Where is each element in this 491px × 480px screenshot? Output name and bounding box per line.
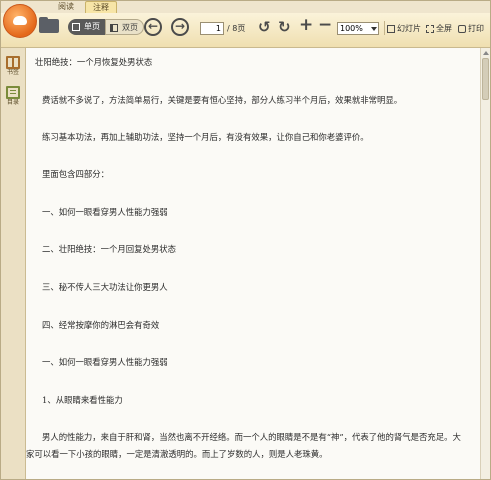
- double-page-label: 双页: [122, 23, 138, 32]
- sidebar-item-bookmarks[interactable]: 书签: [4, 56, 22, 77]
- mode-tabs: 阅读 注释: [51, 1, 117, 13]
- fullscreen-button[interactable]: 全屏: [426, 23, 452, 34]
- printer-icon: [458, 24, 466, 33]
- sidebar: 书签 目录: [1, 48, 26, 479]
- chevron-down-icon: [371, 27, 377, 31]
- paragraph: 男人的性能力，来自于肝和肾，当然也离不开经络。而一个人的眼睛是不是有“神”，代表…: [26, 432, 461, 459]
- slideshow-label: 幻灯片: [397, 24, 421, 33]
- zoom-value: 100%: [340, 24, 363, 33]
- tab-annotate[interactable]: 注释: [85, 1, 117, 13]
- app-logo-icon[interactable]: [3, 4, 37, 38]
- sidebar-item-label: 书签: [6, 69, 19, 76]
- paragraph: 一、如何一眼看穿男人性能力强弱: [42, 357, 168, 367]
- tab-read[interactable]: 阅读: [51, 1, 81, 13]
- reader-window: 阅读 注释 单页 双页 ← → 1 / 8页 ↺ ↻ + − 100% 幻灯片 …: [0, 0, 491, 480]
- zoom-out-icon[interactable]: −: [318, 17, 332, 34]
- bookmark-icon: [6, 56, 20, 69]
- arrow-left-icon: ←: [147, 19, 159, 33]
- fullscreen-icon: [426, 24, 434, 33]
- single-page-button[interactable]: 单页: [68, 19, 105, 35]
- paragraph: 二、壮阳绝技：一个月回复处男状态: [42, 244, 176, 254]
- vertical-scrollbar[interactable]: [480, 48, 490, 479]
- page-mode-toggle: 单页 双页: [68, 19, 144, 35]
- paragraph: 1、从眼睛来看性能力: [42, 395, 123, 405]
- paragraph: 三、秘不传人三大功法让你更男人: [42, 282, 168, 292]
- next-page-button[interactable]: →: [171, 18, 189, 36]
- paragraph: 里面包含四部分：: [42, 169, 109, 179]
- toolbar-divider: [384, 21, 385, 35]
- rotate-right-icon[interactable]: ↻: [278, 20, 291, 35]
- paragraph: 一、如何一眼看穿男人性能力强弱: [42, 207, 168, 217]
- sidebar-item-label: 目录: [6, 99, 19, 106]
- scroll-up-icon[interactable]: [483, 51, 489, 55]
- fullscreen-label: 全屏: [436, 24, 452, 33]
- sidebar-item-toc[interactable]: 目录: [4, 86, 22, 107]
- open-folder-icon[interactable]: [39, 17, 59, 33]
- page-total: / 8页: [227, 24, 246, 33]
- toolbar: 单页 双页 ← → 1 / 8页 ↺ ↻ + − 100% 幻灯片 全屏 打印: [1, 4, 490, 48]
- single-page-icon: [72, 23, 80, 31]
- print-button[interactable]: 打印: [458, 23, 484, 34]
- print-label: 打印: [468, 24, 484, 33]
- slideshow-icon: [387, 24, 395, 33]
- paragraph: 费话就不多说了，方法简单易行，关键是要有恒心坚持，部分人练习半个月后，效果就非常…: [42, 95, 403, 105]
- slideshow-button[interactable]: 幻灯片: [387, 23, 421, 34]
- paragraph: 练习基本功法，再加上辅助功法，坚持一个月后，有没有效果，让你自己和你老婆评价。: [42, 132, 369, 142]
- scrollbar-thumb[interactable]: [482, 58, 489, 100]
- previous-page-button[interactable]: ←: [144, 18, 162, 36]
- paragraph: 壮阳绝技：一个月恢复处男状态: [35, 57, 153, 67]
- double-page-icon: [110, 24, 118, 32]
- page-number-input[interactable]: 1: [200, 22, 224, 35]
- zoom-in-icon[interactable]: +: [299, 17, 313, 34]
- double-page-button[interactable]: 双页: [105, 19, 144, 35]
- zoom-select[interactable]: 100%: [337, 22, 379, 35]
- toc-icon: [6, 86, 20, 99]
- paragraph: 四、经常按摩你的淋巴会有奇效: [42, 320, 160, 330]
- rotate-left-icon[interactable]: ↺: [258, 20, 271, 35]
- single-page-label: 单页: [84, 22, 100, 31]
- arrow-right-icon: →: [174, 19, 186, 33]
- document-page: 壮阳绝技：一个月恢复处男状态 费话就不多说了，方法简单易行，关键是要有恒心坚持，…: [26, 48, 480, 479]
